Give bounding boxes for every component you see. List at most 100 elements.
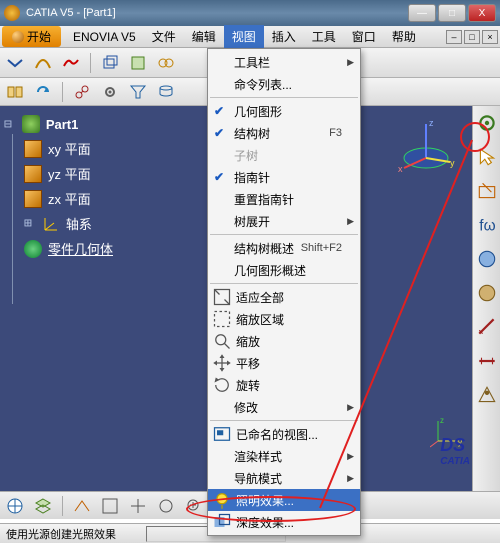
menu-depth-effect[interactable]: 深度效果...: [208, 511, 360, 533]
align-icon[interactable]: [4, 81, 26, 103]
formula-icon[interactable]: fω: [476, 214, 498, 236]
menu-geom-overview[interactable]: 几何图形概述: [208, 259, 360, 281]
search-db-icon[interactable]: [155, 81, 177, 103]
catia-logo-text: CATIA: [440, 456, 470, 467]
settings-icon[interactable]: [476, 112, 498, 134]
zoom-area-icon: [212, 310, 232, 328]
bt-pan-icon[interactable]: [127, 495, 149, 517]
tree-xy-label: xy 平面: [48, 139, 91, 158]
plane-icon: [24, 190, 42, 208]
menu-help[interactable]: 帮助: [384, 25, 424, 48]
menu-enovia[interactable]: ENOVIA V5: [65, 27, 144, 47]
menu-edit[interactable]: 编辑: [184, 25, 224, 48]
menu-zoom-area[interactable]: 缩放区域: [208, 308, 360, 330]
sync-icon[interactable]: [32, 81, 54, 103]
menu-compass[interactable]: ✔指南针: [208, 166, 360, 188]
menu-nav-mode[interactable]: 导航模式▶: [208, 467, 360, 489]
mdi-restore[interactable]: □: [464, 30, 480, 44]
menu-rotate[interactable]: 旋转: [208, 374, 360, 396]
surface-icon[interactable]: [60, 52, 82, 74]
menu-lighting[interactable]: 照明效果...: [208, 489, 360, 511]
menu-toolbars[interactable]: 工具栏▶: [208, 51, 360, 73]
sketch-icon[interactable]: [476, 180, 498, 202]
menu-view[interactable]: 视图: [224, 25, 264, 48]
menu-command-list[interactable]: 命令列表...: [208, 73, 360, 95]
sphere-icon[interactable]: [476, 248, 498, 270]
measure-1-icon[interactable]: [476, 316, 498, 338]
tree-xy-plane[interactable]: xy 平面: [4, 136, 196, 161]
rotate-icon: [212, 376, 232, 394]
svg-text:z: z: [429, 118, 434, 128]
menu-spec-tree[interactable]: ✔结构树F3: [208, 122, 360, 144]
tree-yz-plane[interactable]: yz 平面: [4, 161, 196, 186]
window-maximize-button[interactable]: □: [438, 4, 466, 22]
zoom-icon: [212, 332, 232, 350]
tree-zx-label: zx 平面: [48, 189, 91, 208]
svg-text:x: x: [398, 164, 403, 174]
mdi-close[interactable]: ×: [482, 30, 498, 44]
bt-world-icon[interactable]: [4, 495, 26, 517]
menu-spec-overview[interactable]: 结构树概述Shift+F2: [208, 237, 360, 259]
menu-named-views[interactable]: 已命名的视图...: [208, 423, 360, 445]
menu-reset-compass[interactable]: 重置指南针: [208, 188, 360, 210]
lighting-icon: [212, 491, 232, 509]
menu-window[interactable]: 窗口: [344, 25, 384, 48]
window-close-button[interactable]: X: [468, 4, 496, 22]
scale-icon[interactable]: [476, 384, 498, 406]
tree-root-label: Part1: [46, 117, 79, 132]
compass-icon[interactable]: z y x: [396, 116, 456, 176]
view-dropdown-menu: 工具栏▶ 命令列表... ✔几何图形 ✔结构树F3 子树 ✔指南针 重置指南针 …: [207, 48, 361, 536]
specification-tree[interactable]: ⊟ Part1 xy 平面 yz 平面 zx 平面 ⊞ 轴系 零件几何体: [0, 106, 200, 267]
toolbar-right: fω: [472, 106, 500, 519]
curve-icon[interactable]: [32, 52, 54, 74]
material-icon[interactable]: [476, 282, 498, 304]
menu-geometry[interactable]: ✔几何图形: [208, 100, 360, 122]
start-menu-button[interactable]: 开始: [2, 26, 61, 47]
gear-icon[interactable]: [99, 81, 121, 103]
window-titlebar: CATIA V5 - [Part1] — □ X: [0, 0, 500, 26]
menu-render-style[interactable]: 渲染样式▶: [208, 445, 360, 467]
menu-tree-expand[interactable]: 树展开▶: [208, 210, 360, 232]
bt-fit-icon[interactable]: [99, 495, 121, 517]
box-icon[interactable]: [99, 52, 121, 74]
bt-zoomin-icon[interactable]: [183, 495, 205, 517]
select-arrow-icon[interactable]: [476, 146, 498, 168]
app-icon: [4, 5, 20, 21]
menu-insert[interactable]: 插入: [264, 25, 304, 48]
plane-icon: [24, 140, 42, 158]
bt-layers-icon[interactable]: [32, 495, 54, 517]
window-title: CATIA V5 - [Part1]: [26, 7, 408, 19]
link-icon[interactable]: [71, 81, 93, 103]
filter-icon[interactable]: [127, 81, 149, 103]
tree-axis-label: 轴系: [66, 214, 92, 233]
tree-zx-plane[interactable]: zx 平面: [4, 186, 196, 211]
menu-zoom[interactable]: 缩放: [208, 330, 360, 352]
named-views-icon: [212, 425, 232, 443]
bt-rotate-icon[interactable]: [155, 495, 177, 517]
menu-modify[interactable]: 修改▶: [208, 396, 360, 418]
window-minimize-button[interactable]: —: [408, 4, 436, 22]
tree-partbody[interactable]: 零件几何体: [4, 236, 196, 261]
menu-tools[interactable]: 工具: [304, 25, 344, 48]
tree-yz-label: yz 平面: [48, 164, 91, 183]
menu-fit-all[interactable]: 适应全部: [208, 286, 360, 308]
menu-pan[interactable]: 平移: [208, 352, 360, 374]
fit-all-icon: [212, 288, 232, 306]
extrude-icon[interactable]: [127, 52, 149, 74]
ds-logo-text: DS: [440, 435, 465, 455]
catia-logo: DS CATIA: [440, 435, 470, 467]
depth-icon: [212, 513, 232, 531]
menu-file[interactable]: 文件: [144, 25, 184, 48]
tree-root[interactable]: ⊟ Part1: [4, 112, 196, 136]
toggle-icon[interactable]: [4, 52, 26, 74]
start-logo-icon: [12, 31, 24, 43]
start-label: 开始: [27, 28, 51, 45]
svg-text:z: z: [440, 416, 444, 425]
menu-subtree: 子树: [208, 144, 360, 166]
measure-2-icon[interactable]: [476, 350, 498, 372]
tree-axis-system[interactable]: ⊞ 轴系: [4, 211, 196, 236]
join-icon[interactable]: [155, 52, 177, 74]
check-icon: ✔: [214, 126, 224, 140]
mdi-minimize[interactable]: –: [446, 30, 462, 44]
bt-fly-icon[interactable]: [71, 495, 93, 517]
